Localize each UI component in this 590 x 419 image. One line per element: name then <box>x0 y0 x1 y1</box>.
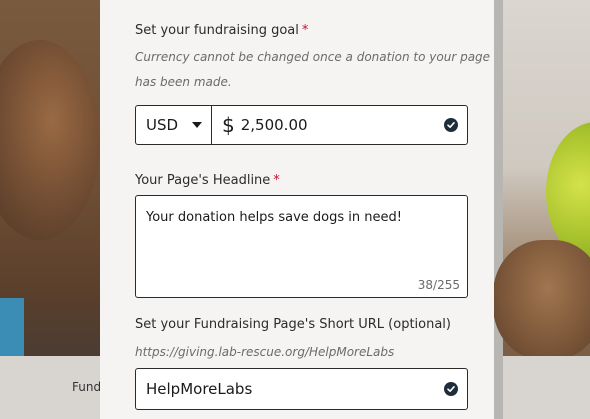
character-counter: 38/255 <box>417 278 460 292</box>
background-right <box>493 0 590 419</box>
headline-field: Your donation helps save dogs in need! 3… <box>135 195 468 298</box>
blue-accent-block <box>0 298 24 360</box>
currency-select[interactable]: USD <box>136 106 212 144</box>
fundraising-form-panel: Set your fundraising goal * Currency cann… <box>100 0 494 419</box>
goal-label-text: Set your fundraising goal <box>135 23 299 38</box>
required-mark: * <box>301 23 309 38</box>
background-strip-right <box>503 356 590 419</box>
short-url-field <box>135 368 468 410</box>
background-left: Fund <box>0 0 102 419</box>
goal-label: Set your fundraising goal * <box>135 23 308 38</box>
short-url-input[interactable] <box>146 380 426 398</box>
dollar-sign: $ <box>222 113 235 137</box>
headline-label: Your Page's Headline * <box>135 173 280 188</box>
caret-down-icon <box>192 122 203 128</box>
check-circle-icon <box>444 382 458 396</box>
check-circle-icon <box>444 118 458 132</box>
goal-help-line-2: has been made. <box>135 75 232 89</box>
headline-label-text: Your Page's Headline <box>135 173 271 188</box>
dog-ear-shape <box>0 40 100 240</box>
goal-amount-field: USD $ <box>135 105 468 145</box>
dog-shape <box>493 240 590 360</box>
required-mark: * <box>273 173 280 188</box>
headline-textarea[interactable]: Your donation helps save dogs in need! <box>146 210 456 270</box>
goal-amount-input[interactable] <box>240 116 431 134</box>
background-partial-text: Fund <box>72 380 102 394</box>
currency-value: USD <box>146 116 179 134</box>
goal-help-line-1: Currency cannot be changed once a donati… <box>135 50 491 64</box>
short-url-label: Set your Fundraising Page's Short URL (o… <box>135 317 451 332</box>
short-url-preview: https://giving.lab-rescue.org/HelpMoreLa… <box>135 345 395 359</box>
